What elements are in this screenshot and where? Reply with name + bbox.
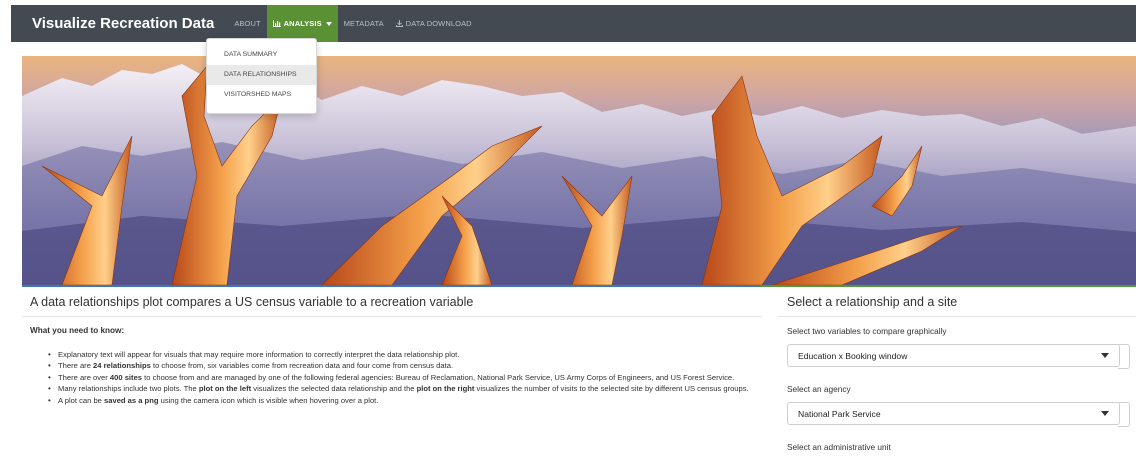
- hero-banner-image: [22, 56, 1136, 285]
- analysis-dropdown-menu: Data Summary Data Relationships Visitors…: [206, 38, 317, 114]
- need-to-know-heading: What you need to know:: [30, 326, 125, 335]
- top-navbar: Visualize Recreation Data About Analysis…: [11, 5, 1136, 42]
- bullet-emphasis: 400 sites: [109, 372, 143, 382]
- variables-select[interactable]: Education x Booking window: [787, 344, 1130, 369]
- bullet-emphasis: plot on the left: [198, 384, 252, 394]
- selection-panel: Select a relationship and a site Select …: [778, 288, 1136, 461]
- info-bullet-list: Explanatory text will appear for visuals…: [48, 349, 758, 406]
- bar-chart-icon: [272, 20, 281, 27]
- bullet-text: Explanatory text will appear for visuals…: [58, 350, 460, 359]
- menu-item-data-summary[interactable]: Data Summary: [207, 45, 316, 65]
- bullet-text: Many relationships include two plots. Th…: [58, 384, 199, 394]
- selection-panel-title: Select a relationship and a site: [778, 288, 1136, 317]
- bullet-text: There are: [58, 361, 94, 371]
- right-panel-accent-bar: [760, 285, 1136, 287]
- info-bullet: Many relationships include two plots. Th…: [48, 383, 758, 395]
- info-bullet: A plot can be saved as a png using the c…: [48, 395, 758, 407]
- nav-data-download-label: Data Download: [405, 19, 472, 28]
- agency-select[interactable]: National Park Service: [787, 402, 1130, 427]
- bullet-emphasis: 24 relationships: [93, 361, 151, 371]
- bullet-text: to choose from and are managed by one of…: [142, 372, 735, 382]
- left-panel-accent-bar: [22, 285, 760, 287]
- info-panel: A data relationships plot compares a US …: [22, 288, 762, 461]
- variables-select-value: Education x Booking window: [798, 350, 908, 361]
- bullet-text: visualizes the selected data relationshi…: [251, 384, 417, 394]
- menu-item-data-relationships[interactable]: Data Relationships: [207, 65, 316, 85]
- menu-item-visitorshed-maps[interactable]: Visitorshed Maps: [207, 85, 316, 105]
- info-panel-title: A data relationships plot compares a US …: [22, 288, 762, 317]
- variables-label: Select two variables to compare graphica…: [787, 326, 947, 336]
- info-bullet: There are 24 relationships to choose fro…: [48, 360, 758, 372]
- nav-analysis[interactable]: Analysis: [266, 5, 338, 42]
- agency-select-value: National Park Service: [798, 408, 881, 419]
- mountain-landscape-illustration: [22, 64, 1136, 285]
- download-icon: [395, 20, 403, 27]
- bullet-text: using the camera icon which is visible w…: [158, 395, 379, 405]
- bullet-text: visualizes the number of visits to the s…: [474, 384, 749, 394]
- brand-title[interactable]: Visualize Recreation Data: [32, 15, 214, 32]
- chevron-down-icon: [325, 21, 332, 26]
- bullet-text: A plot can be: [58, 395, 105, 405]
- bullet-emphasis: saved as a png: [104, 395, 159, 405]
- nav-about-label: About: [234, 19, 261, 28]
- bullet-text: There are over: [58, 372, 110, 382]
- nav-metadata[interactable]: Metadata: [338, 5, 390, 42]
- chevron-down-icon: [1101, 353, 1109, 358]
- info-bullet: Explanatory text will appear for visuals…: [48, 349, 758, 361]
- bullet-emphasis: plot on the right: [416, 384, 475, 394]
- nav-analysis-label: Analysis: [283, 19, 322, 28]
- agency-label: Select an agency: [787, 384, 851, 394]
- nav-data-download[interactable]: Data Download: [390, 5, 478, 42]
- nav-metadata-label: Metadata: [343, 19, 384, 28]
- bullet-text: to choose from, six variables come from …: [150, 361, 454, 371]
- nav-about[interactable]: About: [228, 5, 266, 42]
- info-bullet: There are over 400 sites to choose from …: [48, 372, 758, 384]
- chevron-down-icon: [1101, 411, 1109, 416]
- admin-unit-label: Select an administrative unit: [787, 442, 891, 452]
